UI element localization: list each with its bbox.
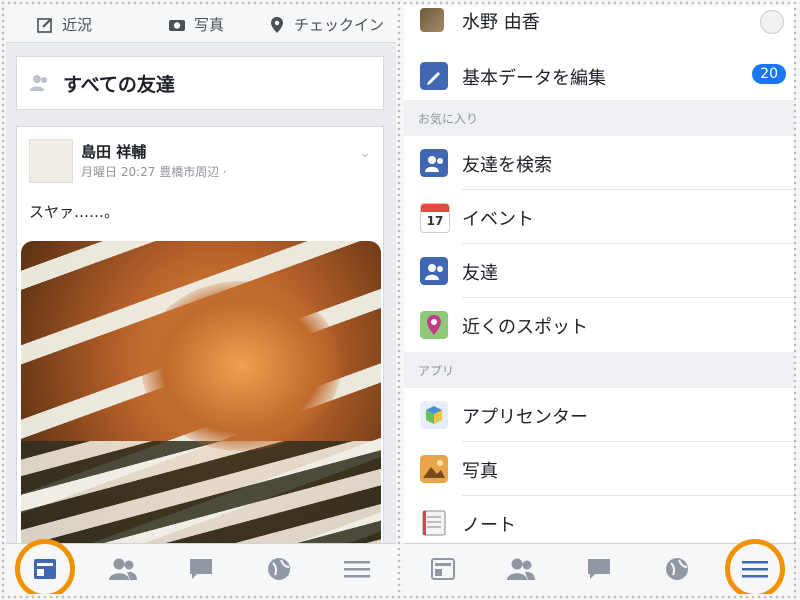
calendar-day: 17 (426, 214, 444, 228)
favorites-section-header: お気に入り (404, 100, 794, 136)
favorites-section-label: お気に入り (418, 111, 479, 126)
all-friends-header[interactable]: すべての友達 (16, 56, 384, 110)
tab-messages[interactable] (579, 549, 619, 589)
menu-item-events[interactable]: 17 イベント (404, 190, 794, 244)
menu-label: 写真 (462, 461, 498, 482)
menu-label: ノート (462, 515, 516, 536)
tab-friends[interactable] (103, 549, 143, 589)
edit-icon (37, 17, 52, 33)
location-pin-icon (271, 16, 283, 33)
menu-item-app-center[interactable]: アプリセンター (404, 388, 794, 442)
tab-notifications[interactable] (657, 549, 697, 589)
calendar-icon: 17 (420, 203, 450, 233)
tab-news-feed[interactable] (15, 539, 75, 594)
menu-label: 友達 (462, 263, 498, 284)
profile-avatar (420, 8, 444, 32)
tab-bar (6, 539, 396, 594)
globe-icon (666, 558, 688, 580)
hamburger-menu-icon (344, 561, 370, 578)
chevron-down-icon[interactable]: ⌄ (359, 145, 371, 161)
photos-icon (420, 455, 448, 483)
post-text: スヤァ……。 (29, 203, 120, 221)
photo-button[interactable]: 写真 (168, 14, 224, 35)
tab-more[interactable] (725, 539, 785, 594)
highlight-ring (725, 539, 785, 594)
lock-icon[interactable] (760, 10, 784, 34)
highlight-ring (15, 539, 75, 594)
status-label: 近況 (62, 16, 93, 34)
profile-row[interactable]: 水野 由香 (404, 6, 794, 38)
friends-title: すべての友達 (63, 73, 175, 96)
tab-messages[interactable] (181, 549, 221, 589)
menu-screen: 水野 由香 基本データを編集 20 お気に入り 友達を検索 17 イベント 友達… (404, 6, 794, 594)
post-author[interactable]: 島田 祥輔 (81, 141, 146, 162)
avatar[interactable] (29, 139, 73, 183)
tab-notifications[interactable] (259, 549, 299, 589)
map-pin-icon (420, 311, 448, 339)
profile-name: 水野 由香 (462, 12, 540, 33)
photo-label: 写真 (194, 16, 225, 34)
app-center-icon (420, 401, 448, 429)
menu-item-nearby-places[interactable]: 近くのスポット (404, 298, 794, 352)
edit-profile-row[interactable]: 基本データを編集 20 (404, 50, 794, 102)
menu-label: 友達を検索 (462, 155, 552, 176)
tab-bar (404, 539, 794, 594)
chat-bubble-icon (588, 559, 610, 579)
checkin-button[interactable]: チェックイン (268, 14, 384, 35)
checkin-label: チェックイン (294, 16, 385, 34)
notes-icon (422, 510, 446, 536)
menu-item-friends[interactable]: 友達 (404, 244, 794, 298)
menu-label: 近くのスポット (462, 317, 588, 338)
edit-profile-label: 基本データを編集 (462, 68, 606, 89)
friends-icon (30, 75, 47, 91)
menu-item-notes[interactable]: ノート (404, 496, 794, 550)
menu-label: イベント (462, 209, 534, 230)
find-friends-icon (420, 149, 448, 177)
status-button[interactable]: 近況 (36, 14, 92, 35)
apps-section-header: アプリ (404, 352, 794, 388)
post-photo[interactable] (21, 241, 381, 571)
menu-label: アプリセンター (462, 407, 588, 428)
apps-section-label: アプリ (418, 363, 455, 378)
tab-news-feed[interactable] (423, 549, 463, 589)
menu-item-find-friends[interactable]: 友達を検索 (404, 136, 794, 190)
menu-item-photos[interactable]: 写真 (404, 442, 794, 496)
camera-icon (169, 19, 185, 31)
tab-friends[interactable] (501, 549, 541, 589)
tab-more[interactable] (337, 549, 377, 589)
friends-icon (420, 257, 448, 285)
notification-badge: 20 (752, 64, 786, 84)
post-meta: 月曜日 20:27 豊橋市周辺 · (81, 165, 227, 179)
globe-icon (268, 558, 290, 580)
friends-icon (507, 558, 535, 580)
post-card: 島田 祥輔 月曜日 20:27 豊橋市周辺 · ⌄ スヤァ……。 (16, 126, 384, 594)
news-feed-screen: 近況 写真 チェックイン すべての友達 島田 祥輔 月曜日 20:27 豊橋市周… (6, 6, 396, 594)
news-feed-icon (431, 558, 455, 580)
pencil-icon (420, 62, 448, 90)
chat-bubble-icon (190, 559, 212, 579)
friends-icon (109, 558, 137, 580)
composer-bar: 近況 写真 チェックイン (6, 6, 396, 43)
